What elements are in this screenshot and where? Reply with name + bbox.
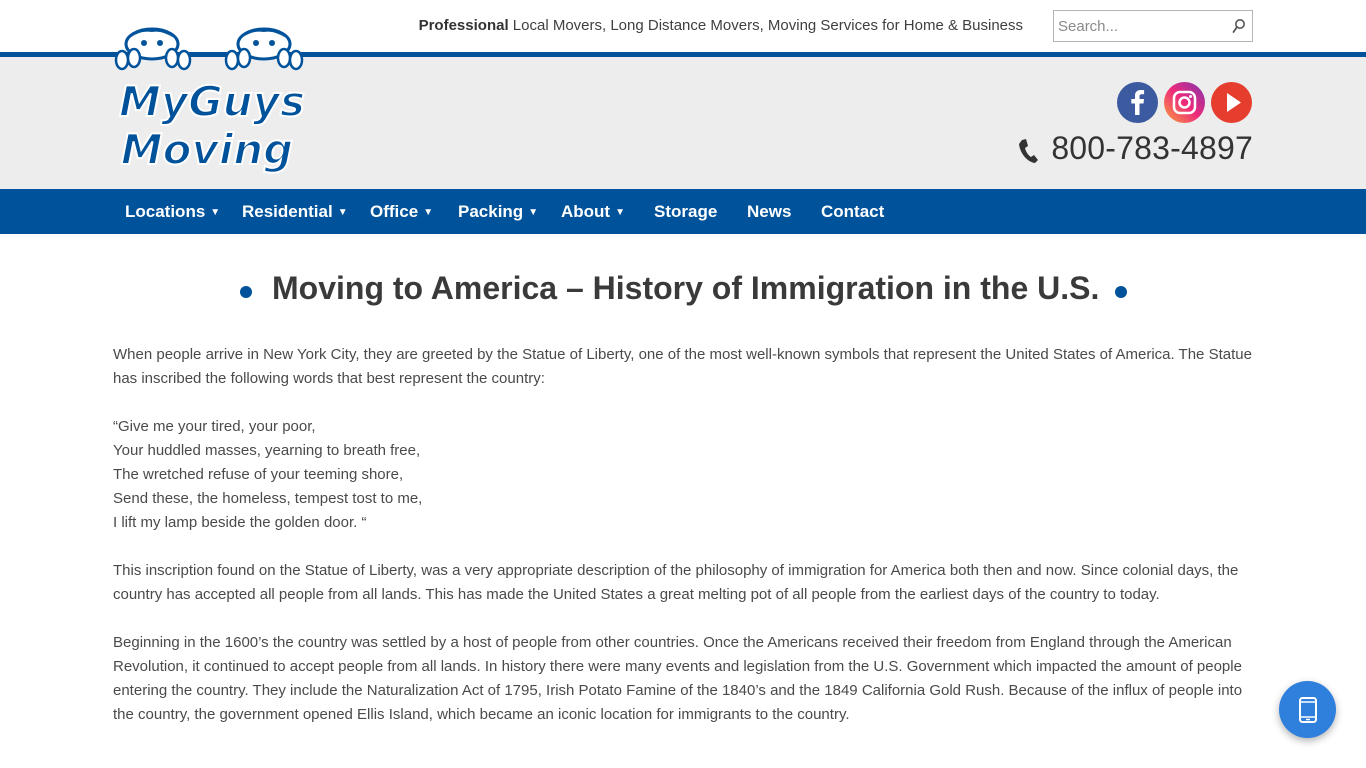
nav-item-office[interactable]: Office ▼ [370,189,433,234]
instagram-link[interactable] [1164,82,1205,123]
article-body: When people arrive in New York City, the… [113,343,1255,751]
search-input[interactable] [1054,11,1224,41]
mobile-phone-icon [1299,697,1317,723]
nav-item-news[interactable]: News [747,189,791,234]
instagram-icon [1172,90,1197,115]
article-paragraph: This inscription found on the Statue of … [113,562,1239,603]
nav-label: Locations [125,202,206,221]
poem-line: “Give me your tired, your poor, [113,418,316,435]
title-bullet-left [240,286,252,298]
nav-label: Office [370,202,419,221]
poem-line: Send these, the homeless, tempest tost t… [113,490,423,507]
article-paragraph: When people arrive in New York City, the… [113,346,1252,387]
poem-line: Your huddled masses, yearning to breath … [113,442,421,459]
caret-down-icon: ▼ [210,207,221,218]
search-box [1053,10,1253,42]
nav-label: Residential [242,202,333,221]
nav-label: Contact [821,202,885,221]
nav-label: News [747,202,792,221]
main-nav: Locations ▼ Residential ▼ Office ▼ Packing ▼… [0,189,1366,234]
nav-item-locations[interactable]: Locations ▼ [125,189,220,234]
logo-text-line2: Moving [121,125,293,174]
mobile-contact-button[interactable] [1279,681,1336,738]
caret-down-icon: ▼ [337,207,348,218]
nav-label: About [561,202,611,221]
caret-down-icon: ▼ [423,207,434,218]
phone-icon [1019,139,1038,163]
nav-item-about[interactable]: About ▼ [561,189,625,234]
logo-graphic: MyGuys Moving [114,27,306,175]
youtube-icon [1227,93,1241,112]
search-icon[interactable] [1232,18,1246,34]
nav-label: Storage [654,202,718,221]
article-paragraph: Beginning in the 1600’s the country was … [113,634,1243,723]
nav-item-storage[interactable]: Storage [654,189,717,234]
poem-line: I lift my lamp beside the golden door. “ [113,514,367,531]
facebook-icon [1131,90,1145,115]
nav-label: Packing [458,202,524,221]
facebook-link[interactable] [1117,82,1158,123]
poem-quote: “Give me your tired, your poor, Your hud… [113,415,1255,535]
site-logo[interactable]: MyGuys Moving [112,24,312,182]
youtube-link[interactable] [1211,82,1252,123]
logo-text-line1: MyGuys [119,77,305,126]
caret-down-icon: ▼ [528,207,539,218]
page-title: Moving to America – History of Immigrati… [272,270,1100,306]
poem-line: The wretched refuse of your teeming shor… [113,466,404,483]
title-bullet-right [1115,286,1127,298]
nav-item-residential[interactable]: Residential ▼ [242,189,348,234]
caret-down-icon: ▼ [615,207,625,218]
tagline-bold: Professional [418,17,509,34]
nav-item-contact[interactable]: Contact [821,189,884,234]
tagline-text: Local Movers, Long Distance Movers, Movi… [508,17,1023,34]
nav-item-packing[interactable]: Packing ▼ [458,189,538,234]
tagline: Professional Local Movers, Long Distance… [419,17,1023,34]
phone-number[interactable]: 800-783-4897 [1051,130,1253,167]
